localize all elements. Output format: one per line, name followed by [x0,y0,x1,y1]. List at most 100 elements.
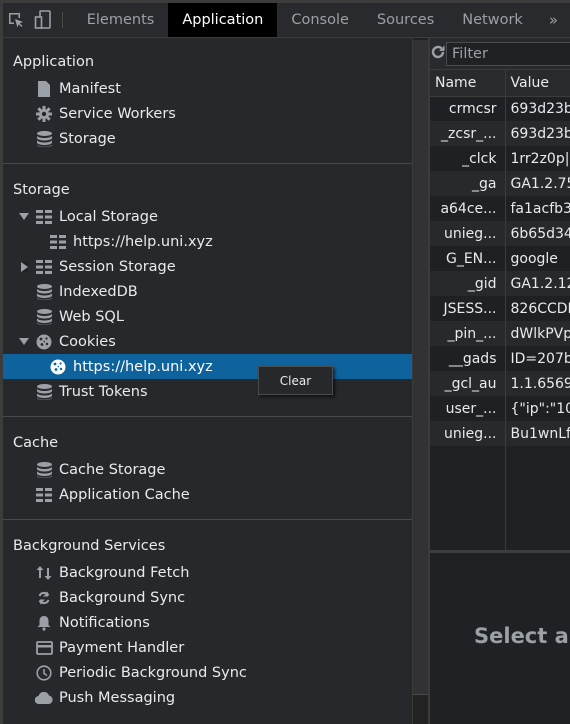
table-grid-icon [49,233,67,251]
sidebar-item-payment-handler[interactable]: Payment Handler [3,635,412,660]
cookie-value-cell: 693d23b4 [505,96,570,121]
cookie-value-cell: ID=207bc [505,346,570,371]
tab-network[interactable]: Network [448,3,537,37]
inspect-element-button[interactable] [3,3,29,37]
sidebar-item-application-cache[interactable]: Application Cache [3,482,412,507]
sidebar-item-service-workers[interactable]: Service Workers [3,101,412,126]
sidebar-item-label: Application Cache [59,486,190,503]
cookie-name-cell: _zcsr_... [430,121,506,146]
expand-arrow-icon[interactable] [19,213,29,220]
context-menu-clear[interactable]: Clear [280,374,311,388]
table-row[interactable]: _clck1rr2z0p|1 [430,146,570,171]
sidebar-item-cookies-origin[interactable]: https://help.uni.xyz [3,354,412,379]
column-header-value[interactable]: Value [505,70,570,97]
sidebar-item-label: Web SQL [59,308,124,325]
refresh-button[interactable] [430,44,446,64]
table-row[interactable]: unieg...6b65d34c [430,221,570,246]
sidebar-scrollbar-thumb[interactable] [413,40,428,695]
table-row[interactable]: _gcl_au1.1.65693 [430,371,570,396]
table-row[interactable]: _gid GA1.2.12 [430,271,570,296]
credit-card-icon [35,639,53,657]
sidebar-item-label: Periodic Background Sync [59,664,247,681]
context-menu: Clear [258,366,333,395]
tab-elements[interactable]: Elements [73,3,169,37]
cookie-name-cell: unieg... [430,221,506,246]
cookie-preview-placeholder: Select a cookie to preview its value [474,624,570,648]
refresh-icon [430,44,446,64]
cookie-name-cell: __gads [430,346,506,371]
sidebar-item-web-sql[interactable]: Web SQL [3,304,412,329]
up-down-arrows-icon [35,564,53,582]
cookie-value-cell: GA1.2.12 [505,271,570,296]
table-row[interactable]: a64ce...fa1acfb36 [430,196,570,221]
table-row[interactable]: user_...{"ip":"103 [430,396,570,421]
column-header-name[interactable]: Name [430,70,506,97]
sidebar-item-local-storage[interactable]: Local Storage [3,204,412,229]
cookie-name-cell: _gid [430,271,506,296]
table-row[interactable]: __gadsID=207bc [430,346,570,371]
section-title: Application [13,54,95,70]
sidebar-item-background-sync[interactable]: Background Sync [3,585,412,610]
cookie-value-cell: google [505,246,570,271]
cookie-name-cell: _gcl_au [430,371,506,396]
expand-arrow-icon[interactable] [19,338,29,345]
sidebar-item-storage[interactable]: Storage [3,126,412,151]
sidebar-item-background-fetch[interactable]: Background Fetch [3,560,412,585]
sidebar-item-label: https://help.uni.xyz [73,233,213,250]
cookies-panel: Name Value crmcsr693d23b4_zcsr_...693d23… [429,38,570,724]
database-icon [35,308,53,326]
sidebar-item-label: Notifications [59,614,150,631]
cookies-table: Name Value crmcsr693d23b4_zcsr_...693d23… [430,70,570,446]
tab-console[interactable]: Console [277,3,363,37]
device-toolbar-icon [34,10,52,30]
filter-input[interactable] [446,41,570,66]
sidebar-item-push-messaging[interactable]: Push Messaging [3,685,412,710]
table-row[interactable]: _gaGA1.2.754 [430,171,570,196]
cookie-value-cell: 6b65d34c [505,221,570,246]
table-empty-area [430,435,570,550]
table-row[interactable]: _pin_... dWlkPVp [430,321,570,346]
sidebar-item-indexeddb[interactable]: IndexedDB [3,279,412,304]
table-row[interactable]: G_EN... google [430,246,570,271]
sidebar-item-label: Background Sync [59,589,186,606]
cookie-name-cell: _pin_... [430,321,506,346]
sidebar-item-notifications[interactable]: Notifications [3,610,412,635]
sidebar-item-manifest[interactable]: Manifest [3,76,412,101]
cookie-name-cell: _ga [430,171,506,196]
sidebar-item-cookies[interactable]: Cookies [3,329,412,354]
sidebar-item-label: Push Messaging [59,689,176,706]
clock-icon [35,664,53,682]
sidebar-item-trust-tokens[interactable]: Trust Tokens [3,379,412,404]
sidebar-item-label: Cookies [59,333,116,350]
cookie-name-cell: _clck [430,146,506,171]
cookie-value-cell: 693d23b4 [505,121,570,146]
sidebar-item-periodic-background-sync[interactable]: Periodic Background Sync [3,660,412,685]
more-tabs-button[interactable]: » [537,3,570,37]
sidebar-item-label: Payment Handler [59,639,185,656]
sidebar-item-label: Storage [59,130,116,147]
cookie-name-cell: JSESS... [430,296,506,321]
column-divider [505,435,506,550]
sidebar-item-cache-storage[interactable]: Cache Storage [3,457,412,482]
sidebar-scrollbar[interactable] [412,38,429,724]
sidebar-item-label: Cache Storage [59,461,166,478]
inspect-element-icon [7,11,25,29]
preview-split-handle[interactable] [430,550,570,553]
sidebar-item-local-storage-origin[interactable]: https://help.uni.xyz [3,229,412,254]
cookie-value-cell: GA1.2.754 [505,171,570,196]
tab-application[interactable]: Application [168,3,278,37]
device-toolbar-button[interactable] [29,3,55,37]
sidebar-item-session-storage[interactable]: Session Storage [3,254,412,279]
cookie-value-cell: fa1acfb36 [505,196,570,221]
table-row[interactable]: _zcsr_...693d23b4 [430,121,570,146]
tab-sources[interactable]: Sources [363,3,448,37]
table-row[interactable]: crmcsr693d23b4 [430,96,570,121]
section-title: Storage [13,182,70,198]
expand-arrow-icon[interactable] [21,262,28,272]
table-row[interactable]: JSESS... 826CCDF [430,296,570,321]
sidebar-item-label: Service Workers [59,105,176,122]
table-grid-icon [35,208,53,226]
table-grid-icon [35,486,53,504]
document-icon [35,80,53,98]
cookies-toolbar [430,38,570,70]
